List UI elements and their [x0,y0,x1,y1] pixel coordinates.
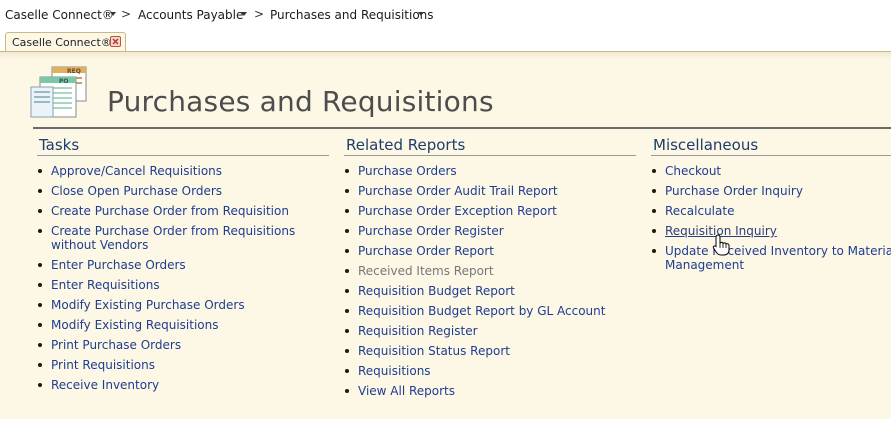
bullet-icon [38,169,42,173]
link-purchase-order-inquiry[interactable]: Purchase Order Inquiry [665,184,803,198]
breadcrumb-separator: > [254,7,265,21]
link-enter-requisitions[interactable]: Enter Requisitions [51,278,160,292]
bullet-icon [345,289,349,293]
bullet-icon [345,189,349,193]
link-print-purchase-orders[interactable]: Print Purchase Orders [51,338,181,352]
close-icon[interactable] [110,36,121,47]
svg-text:REQ: REQ [67,68,81,75]
link-create-purchase-order-from-requisition[interactable]: Create Purchase Order from Requisition [51,204,289,218]
bullet-icon [345,389,349,393]
link-modify-existing-requisitions[interactable]: Modify Existing Requisitions [51,318,218,332]
bullet-icon [345,369,349,373]
bullet-icon [345,269,349,273]
bullet-icon [38,263,42,267]
bullet-icon [38,323,42,327]
bullet-icon [38,343,42,347]
bullet-icon [38,209,42,213]
link-requisitions[interactable]: Requisitions [358,364,431,378]
bullet-icon [38,229,42,233]
bullet-icon [345,349,349,353]
link-requisition-budget-report-by-gl-account[interactable]: Requisition Budget Report by GL Account [358,304,605,318]
link-checkout[interactable]: Checkout [665,164,721,178]
misc-divider [651,155,891,156]
link-close-open-purchase-orders[interactable]: Close Open Purchase Orders [51,184,222,198]
bullet-icon [345,209,349,213]
reports-divider [344,155,636,156]
bullet-icon [345,249,349,253]
bullet-icon [345,169,349,173]
link-requisition-register[interactable]: Requisition Register [358,324,478,338]
link-approve-cancel-requisitions[interactable]: Approve/Cancel Requisitions [51,164,222,178]
link-recalculate[interactable]: Recalculate [665,204,734,218]
link-purchase-order-register[interactable]: Purchase Order Register [358,224,504,238]
breadcrumb-item-purchases-and-requisitions[interactable]: Purchases and Requisitions [270,8,434,22]
bullet-icon [38,383,42,387]
bullet-icon [345,309,349,313]
related-reports-heading: Related Reports [346,136,466,154]
link-received-items-report[interactable]: Received Items Report [358,264,494,278]
breadcrumb-item-accounts-payable[interactable]: Accounts Payable [138,8,243,22]
breadcrumb: Caselle Connect® > Accounts Payable > Pu… [0,0,891,30]
link-view-all-reports[interactable]: View All Reports [358,384,455,398]
link-purchase-order-report[interactable]: Purchase Order Report [358,244,494,258]
bullet-icon [652,189,656,193]
link-purchase-order-exception-report[interactable]: Purchase Order Exception Report [358,204,557,218]
chevron-down-icon[interactable] [110,12,116,16]
miscellaneous-heading: Miscellaneous [653,136,759,154]
link-update-received-inventory-to-materials-management[interactable]: Update Received Inventory to Materials Ma… [665,244,891,272]
bullet-icon [652,209,656,213]
main-content: REQ PO Purchases and Requisitions Tasks … [0,52,891,419]
breadcrumb-item-caselle-connect[interactable]: Caselle Connect® [5,8,114,22]
link-requisition-status-report[interactable]: Requisition Status Report [358,344,510,358]
link-purchase-orders[interactable]: Purchase Orders [358,164,457,178]
bullet-icon [38,283,42,287]
hand-cursor-icon [712,234,730,256]
link-purchase-order-audit-trail-report[interactable]: Purchase Order Audit Trail Report [358,184,558,198]
related-reports-list: Purchase Orders Purchase Order Audit Trai… [345,164,635,444]
chevron-down-icon[interactable] [241,12,247,16]
svg-text:PO: PO [59,78,69,85]
bullet-icon [38,189,42,193]
link-modify-existing-purchase-orders[interactable]: Modify Existing Purchase Orders [51,298,245,312]
tasks-heading: Tasks [39,136,80,154]
bullet-icon [652,229,656,233]
bullet-icon [345,229,349,233]
tab-caselle-connect[interactable]: Caselle Connect® [5,32,126,51]
breadcrumb-separator: > [121,7,132,21]
link-requisition-budget-report[interactable]: Requisition Budget Report [358,284,515,298]
bullet-icon [38,303,42,307]
bullet-icon [345,329,349,333]
tasks-divider [37,155,329,156]
bullet-icon [652,249,656,253]
bullet-icon [652,169,656,173]
link-enter-purchase-orders[interactable]: Enter Purchase Orders [51,258,186,272]
bullet-icon [38,363,42,367]
miscellaneous-list: Checkout Purchase Order Inquiry Recalculat… [652,164,891,284]
link-create-purchase-order-from-requisitions-without-vendors[interactable]: Create Purchase Order from Requisitions w… [51,224,295,252]
page-title: Purchases and Requisitions [107,85,494,118]
purchase-requisition-icon: REQ PO [30,66,87,118]
tab-strip: Caselle Connect® [0,30,891,52]
chevron-down-icon[interactable] [418,12,424,16]
title-divider [33,127,891,129]
link-receive-inventory[interactable]: Receive Inventory [51,378,159,392]
tasks-list: Approve/Cancel Requisitions Close Open Pu… [38,164,328,444]
tab-label: Caselle Connect® [12,36,112,49]
link-print-requisitions[interactable]: Print Requisitions [51,358,155,372]
